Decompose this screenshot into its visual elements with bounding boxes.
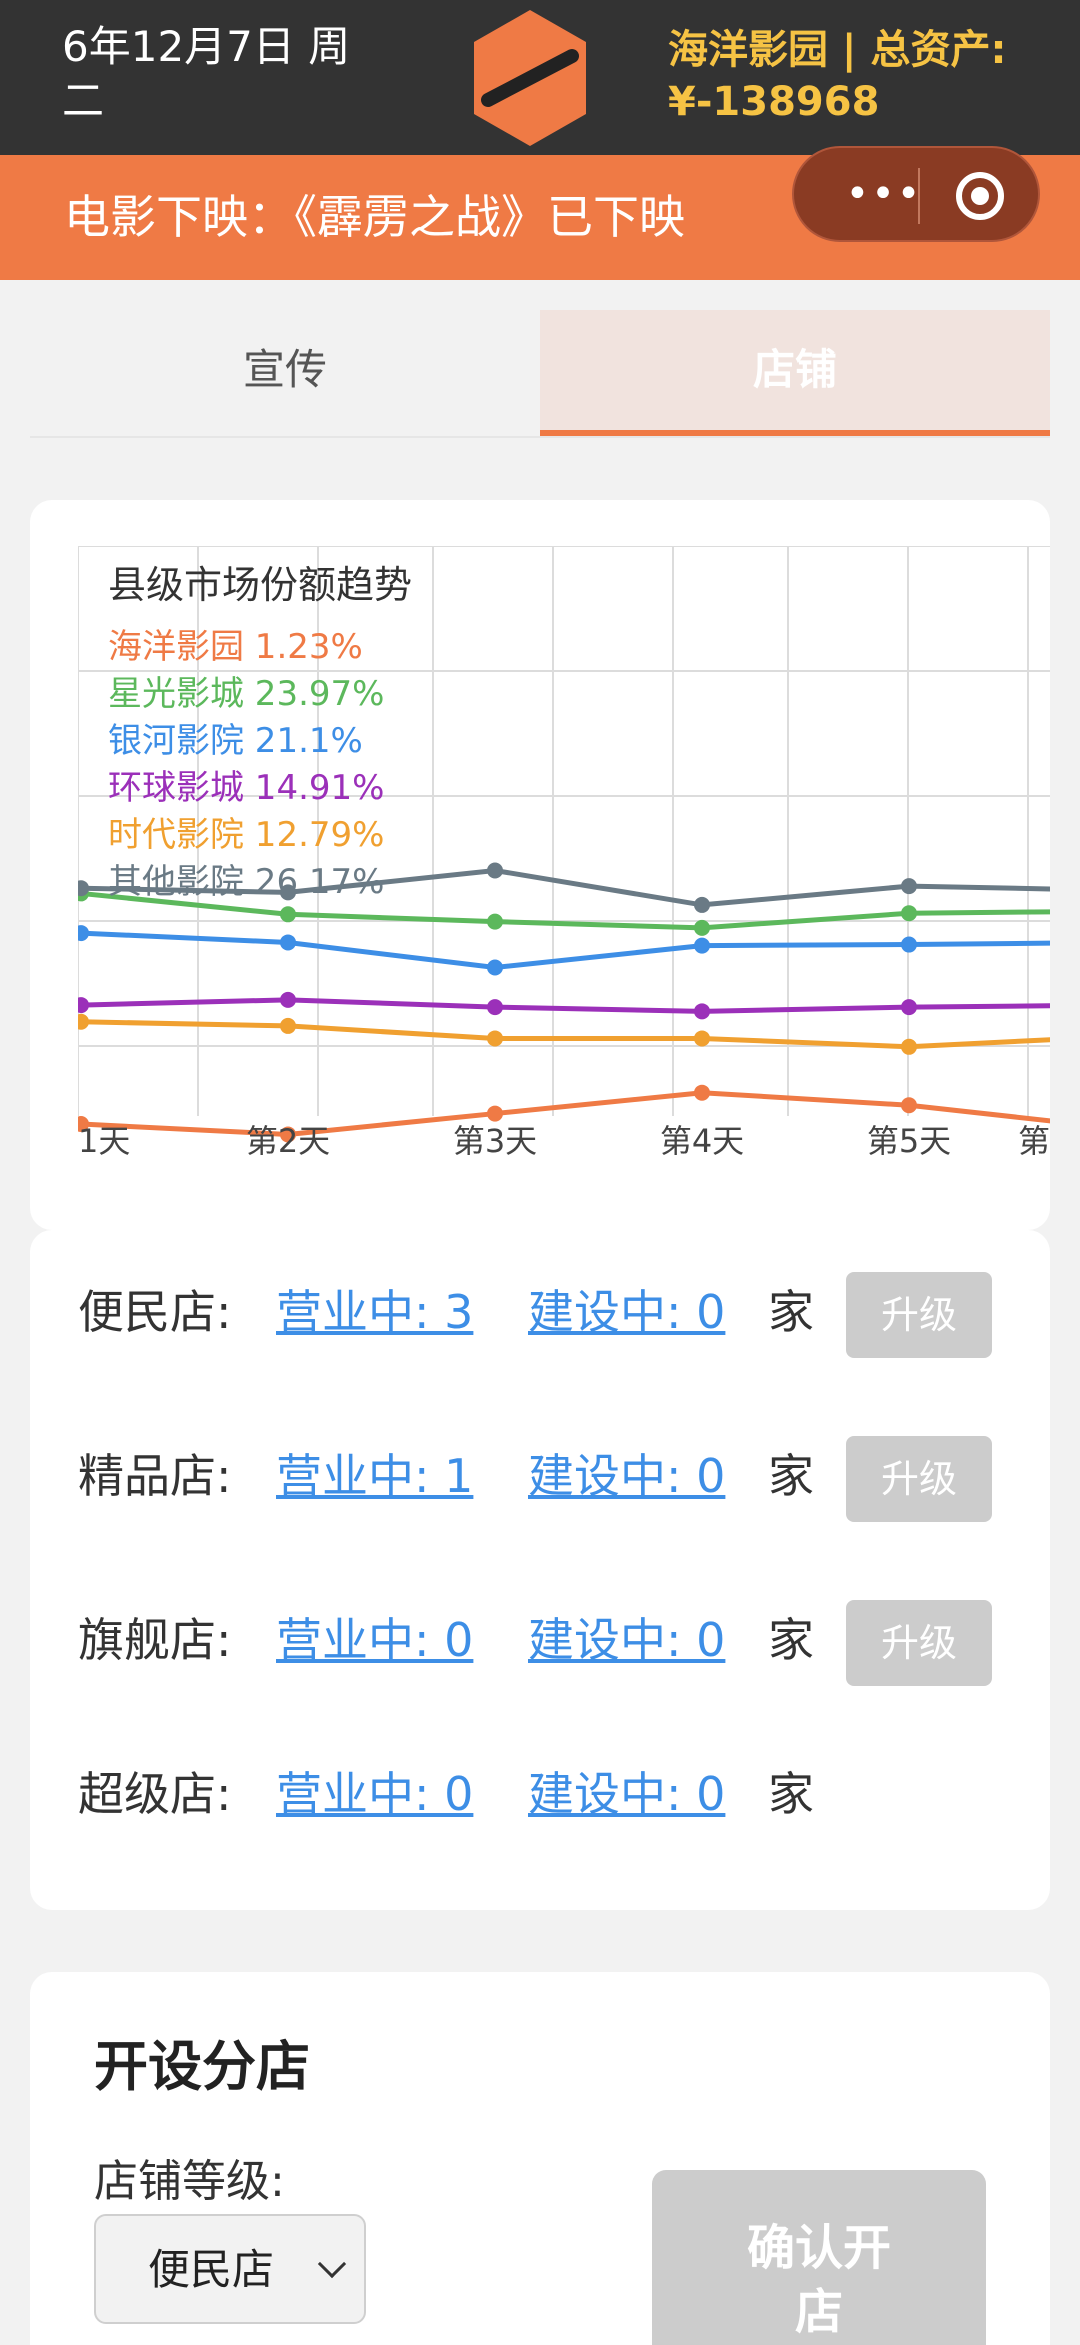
confirm-label-line1: 确认开 <box>746 2220 891 2276</box>
data-point-3-1 <box>280 991 296 1008</box>
data-point-1-3 <box>694 919 710 936</box>
game-date: 6年12月7日 周二 <box>62 22 351 125</box>
legend-entry-1: 星光影城 23.97% <box>108 674 384 714</box>
tab-stores[interactable]: 店铺 <box>540 310 1050 436</box>
top-bar: 6年12月7日 周二 海洋影园 | 总资产: ¥-138968 <box>0 0 1080 155</box>
x-tick-label: 第4天 <box>660 1122 744 1160</box>
building-count-link[interactable]: 建设中: 0 <box>528 1764 725 1824</box>
confirm-open-button[interactable]: 确认开 店 <box>652 2170 986 2345</box>
store-row-boutique: 精品店: 营业中: 1 建设中: 0 家 升级 <box>78 1436 1038 1522</box>
data-point-5-3 <box>694 896 710 913</box>
legend-entry-5: 其他影院 26.17% <box>108 862 384 902</box>
store-type-label: 超级店: <box>78 1767 232 1821</box>
store-type-label: 便民店: <box>78 1285 232 1339</box>
x-tick-label: 第3天 <box>453 1122 537 1160</box>
store-level-select[interactable]: 便民店 <box>94 2214 366 2324</box>
data-point-2-3 <box>694 937 710 954</box>
open-count-link[interactable]: 营业中: 0 <box>276 1764 473 1824</box>
market-share-chart-card: 1天 第2天 第3天 第4天 第5天 第 县级市场份额趋势 海洋影园 1.23% 星光影城 … <box>30 500 1050 1230</box>
data-point-4-2 <box>487 1030 503 1047</box>
upgrade-button[interactable]: 升级 <box>846 1600 992 1686</box>
data-point-2-2 <box>487 959 503 976</box>
data-point-2-4 <box>901 936 917 953</box>
market-share-chart: 1天 第2天 第3天 第4天 第5天 第 县级市场份额趋势 海洋影园 1.23% 星光影城 … <box>78 546 1050 1160</box>
legend-entry-2: 银河影院 21.1% <box>108 721 363 761</box>
legend-entry-0: 海洋影园 1.23% <box>108 627 363 667</box>
upgrade-button[interactable]: 升级 <box>846 1272 992 1358</box>
data-point-5-4 <box>901 878 917 895</box>
data-point-0-3 <box>694 1084 710 1101</box>
open-branch-title: 开设分店 <box>94 2035 310 2098</box>
stores-card: 便民店: 营业中: 3 建设中: 0 家 升级 精品店: 营业中: 1 建设中:… <box>30 1230 1050 1910</box>
data-point-0-4 <box>901 1097 917 1114</box>
unit-label: 家 <box>768 1449 814 1503</box>
data-point-3-4 <box>901 999 917 1016</box>
open-count-link[interactable]: 营业中: 0 <box>276 1610 473 1670</box>
building-count-link[interactable]: 建设中: 0 <box>528 1282 725 1342</box>
data-point-4-0 <box>78 1013 89 1030</box>
data-point-5-2 <box>487 862 503 879</box>
open-count-link[interactable]: 营业中: 1 <box>276 1446 473 1506</box>
tab-promotion[interactable]: 宣传 <box>30 310 540 436</box>
mini-program-capsule: ••• <box>792 146 1040 242</box>
capsule-divider <box>918 168 920 224</box>
capsule-target-icon[interactable] <box>956 172 1004 220</box>
upgrade-button[interactable]: 升级 <box>846 1436 992 1522</box>
store-row-convenience: 便民店: 营业中: 3 建设中: 0 家 升级 <box>78 1272 1038 1358</box>
data-point-4-1 <box>280 1017 296 1034</box>
x-tick-label: 第 <box>1018 1122 1050 1160</box>
store-level-label: 店铺等级: <box>94 2156 285 2207</box>
data-point-1-1 <box>280 906 296 923</box>
company-assets: 海洋影园 | 总资产: ¥-138968 <box>668 27 1007 125</box>
legend-entry-4: 时代影院 12.79% <box>108 815 384 855</box>
store-row-super: 超级店: 营业中: 0 建设中: 0 家 <box>78 1754 1038 1834</box>
selected-level: 便民店 <box>148 2245 275 2294</box>
unit-label: 家 <box>768 1613 814 1667</box>
data-point-3-2 <box>487 999 503 1016</box>
tab-bar: 宣传 店铺 <box>30 310 1050 438</box>
unit-label: 家 <box>768 1285 814 1339</box>
data-point-2-0 <box>78 925 89 942</box>
x-tick-label: 第2天 <box>246 1122 330 1160</box>
data-point-3-3 <box>694 1003 710 1020</box>
building-count-link[interactable]: 建设中: 0 <box>528 1610 725 1670</box>
open-branch-card: 开设分店 店铺等级: 便民店 确认开 店 <box>30 1972 1050 2345</box>
data-point-3-0 <box>78 997 89 1014</box>
open-count-link[interactable]: 营业中: 3 <box>276 1282 473 1342</box>
store-type-label: 旗舰店: <box>78 1613 232 1667</box>
x-tick-label: 第5天 <box>867 1122 951 1160</box>
notice-text: 电影下映：《霹雳之战》已下映 <box>64 190 685 244</box>
store-type-label: 精品店: <box>78 1449 232 1503</box>
data-point-1-4 <box>901 905 917 922</box>
data-point-4-4 <box>901 1038 917 1055</box>
chart-title: 县级市场份额趋势 <box>108 563 412 607</box>
confirm-label-line2: 店 <box>794 2284 843 2340</box>
hexagon-logo-icon <box>470 8 590 148</box>
store-row-flagship: 旗舰店: 营业中: 0 建设中: 0 家 升级 <box>78 1600 1038 1686</box>
data-point-0-2 <box>487 1105 503 1122</box>
legend-entry-3: 环球影城 14.91% <box>108 768 384 808</box>
data-point-2-1 <box>280 934 296 951</box>
x-tick-label: 1天 <box>78 1122 130 1160</box>
chevron-down-icon <box>317 2249 347 2279</box>
building-count-link[interactable]: 建设中: 0 <box>528 1446 725 1506</box>
data-point-1-2 <box>487 913 503 930</box>
data-point-4-3 <box>694 1030 710 1047</box>
unit-label: 家 <box>768 1767 814 1821</box>
